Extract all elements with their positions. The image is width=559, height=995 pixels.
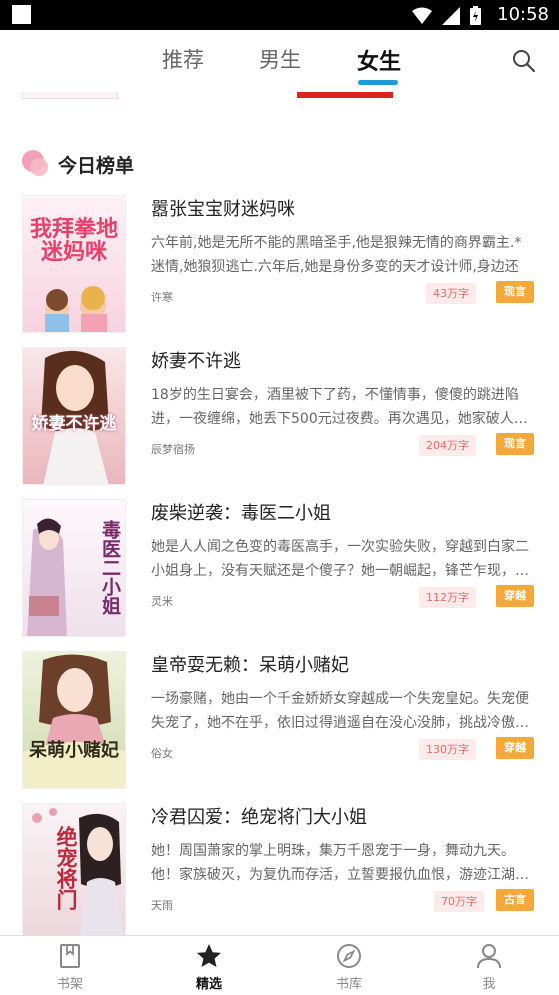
book-title[interactable]: 皇帝耍无赖：呆萌小赌妃 (151, 651, 349, 677)
wifi-icon (412, 7, 432, 24)
book-cover[interactable]: 我拜拳地迷妈咪 (22, 195, 126, 333)
book-author: 许寒 (151, 291, 173, 304)
search-icon[interactable] (511, 48, 537, 74)
book-cover[interactable]: 毒医二小姐 (22, 499, 126, 637)
book-title[interactable]: 废柴逆袭：毒医二小姐 (151, 499, 331, 525)
book-author: 灵米 (151, 595, 173, 608)
top-tab-bar: 推荐 男生 女生 (0, 30, 559, 92)
book-description: 一场豪赌，她由一个千金娇娇女穿越成一个失宠皇妃。失宠便失宠了，她不在乎，依旧过得… (151, 691, 529, 731)
cover-title-art: 呆萌小赌妃 (29, 740, 119, 761)
section-bubble-icon-secondary (30, 158, 48, 176)
profile-icon (477, 944, 501, 969)
status-time: 10:58 (497, 4, 549, 25)
category-badge: 现言 (496, 281, 534, 303)
category-badge: 古言 (496, 889, 534, 911)
nav-library[interactable]: 书库 (309, 942, 389, 992)
battery-icon (470, 6, 481, 25)
tab-male[interactable]: 男生 (259, 44, 301, 74)
word-count-badge: 43万字 (426, 283, 476, 304)
category-badge: 穿越 (496, 737, 534, 759)
previous-banner-edge (22, 92, 118, 99)
book-cover[interactable]: 绝宠将门 (22, 803, 126, 941)
cover-title-art: 我拜拳地迷妈咪 (29, 217, 118, 266)
bottom-nav: 书架 精选 书库 我 (0, 935, 559, 995)
notification-icon (12, 5, 31, 24)
book-description: 六年前,她是无所不能的黑暗圣手,他是狠辣无情的商界霸主.*迷情,她狼狈逃亡.六年… (151, 235, 522, 275)
book-title[interactable]: 娇妻不许逃 (151, 347, 241, 373)
book-title[interactable]: 冷君囚爱：绝宠将门大小姐 (151, 803, 367, 829)
nav-label: 书库 (335, 977, 362, 992)
signal-icon (442, 6, 460, 25)
book-item[interactable]: 毒医二小姐 废柴逆袭：毒医二小姐 她是人人闻之色变的毒医高手，一次实验失败，穿越… (0, 499, 559, 649)
word-count-badge: 130万字 (419, 739, 476, 760)
category-badge: 穿越 (496, 585, 534, 607)
book-title[interactable]: 嚣张宝宝财迷妈咪 (151, 195, 295, 221)
tab-female[interactable]: 女生 (357, 44, 401, 76)
book-cover[interactable]: 娇妻不许逃 (22, 347, 126, 485)
cover-title-art: 绝宠将门 (54, 826, 78, 910)
tab-recommend[interactable]: 推荐 (162, 44, 204, 74)
status-bar: 10:58 (0, 0, 559, 30)
nav-featured[interactable]: 精选 (169, 942, 249, 992)
book-description: 她！周国萧家的掌上明珠，集万千恩宠于一身，舞动九天。他！家族破灭，为复仇而存活，… (151, 843, 529, 883)
book-item[interactable]: 呆萌小赌妃 皇帝耍无赖：呆萌小赌妃 一场豪赌，她由一个千金娇娇女穿越成一个失宠皇… (0, 651, 559, 801)
section-title: 今日榜单 (58, 155, 135, 177)
active-tab-indicator (358, 80, 398, 85)
bookshelf-icon (60, 944, 80, 968)
book-item[interactable]: 绝宠将门 冷君囚爱：绝宠将门大小姐 她！周国萧家的掌上明珠，集万千恩宠于一身，舞… (0, 803, 559, 953)
word-count-badge: 204万字 (419, 435, 476, 456)
nav-profile[interactable]: 我 (449, 942, 529, 992)
cover-illustration (23, 654, 125, 788)
book-author: 辰梦宿扬 (151, 443, 195, 456)
book-author: 俗女 (151, 747, 173, 760)
star-icon (197, 944, 221, 967)
word-count-badge: 112万字 (419, 587, 476, 608)
status-icons (412, 6, 481, 25)
book-description: 她是人人闻之色变的毒医高手，一次实验失败，穿越到白家二小姐身上，没有天赋还是个傻… (151, 539, 529, 579)
book-item[interactable]: 娇妻不许逃 娇妻不许逃 18岁的生日宴会，酒里被下了药，不懂情事，傻傻的跳进陷进… (0, 347, 559, 497)
nav-label: 书架 (56, 977, 83, 992)
book-author: 天雨 (151, 899, 173, 912)
nav-bookshelf[interactable]: 书架 (30, 942, 110, 992)
nav-label: 精选 (195, 977, 222, 992)
cover-title-art: 娇妻不许逃 (31, 414, 117, 434)
previous-banner-edge-red (297, 92, 393, 98)
book-description: 18岁的生日宴会，酒里被下了药，不懂情事，傻傻的跳进陷进，一夜缠绵，她丢下500… (151, 387, 528, 427)
book-cover[interactable]: 呆萌小赌妃 (22, 651, 126, 789)
nav-label: 我 (482, 977, 496, 992)
book-item[interactable]: 我拜拳地迷妈咪 嚣张宝宝财迷妈咪 六年前,她是无所不能的黑暗圣手,他是狠辣无情的… (0, 195, 559, 345)
cover-title-art: 毒医二小姐 (99, 520, 121, 615)
compass-icon (337, 944, 361, 968)
word-count-badge: 70万字 (434, 891, 484, 912)
category-badge: 现言 (496, 433, 534, 455)
